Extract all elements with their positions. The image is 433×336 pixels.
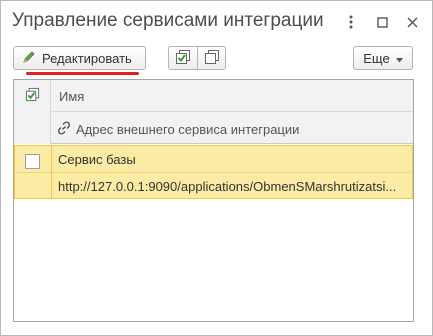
check-column-icon	[25, 87, 40, 107]
more-button-label: Еще	[363, 50, 390, 66]
column-header-address-label: Адрес внешнего сервиса интеграции	[76, 122, 300, 137]
column-header-address[interactable]: Адрес внешнего сервиса интеграции	[56, 120, 299, 139]
pencil-icon	[22, 50, 36, 67]
row-name-cell[interactable]: Сервис базы	[58, 152, 136, 167]
form-window: Управление сервисами интеграции Редактир…	[0, 0, 433, 336]
edit-button-label: Редактировать	[42, 50, 132, 66]
maximize-icon[interactable]	[371, 9, 393, 35]
row-address-cell[interactable]: http://127.0.0.1:9090/applications/Obmen…	[58, 179, 408, 194]
row-divider	[15, 172, 51, 173]
window-title: Управление сервисами интеграции	[12, 10, 324, 31]
edit-underline-mark	[26, 72, 139, 75]
uncheck-all-icon	[204, 49, 220, 68]
chevron-down-icon	[395, 51, 403, 66]
more-menu-icon[interactable]	[340, 9, 362, 35]
link-icon	[56, 120, 72, 139]
header-check-column[interactable]	[14, 80, 51, 144]
check-all-icon	[175, 49, 191, 68]
row-divider-inner	[52, 172, 413, 173]
table-row[interactable]: Сервис базы http://127.0.0.1:9090/applic…	[14, 145, 413, 199]
more-button[interactable]: Еще	[353, 46, 413, 70]
row-checkbox[interactable]	[25, 154, 40, 169]
check-all-button[interactable]	[168, 46, 198, 70]
uncheck-all-button[interactable]	[197, 46, 226, 70]
edit-button[interactable]: Редактировать	[13, 46, 146, 70]
services-table: Имя Адрес внешнего сервиса интеграции Се…	[13, 79, 414, 322]
column-header-name[interactable]: Имя	[59, 89, 84, 104]
close-icon[interactable]	[401, 9, 423, 35]
